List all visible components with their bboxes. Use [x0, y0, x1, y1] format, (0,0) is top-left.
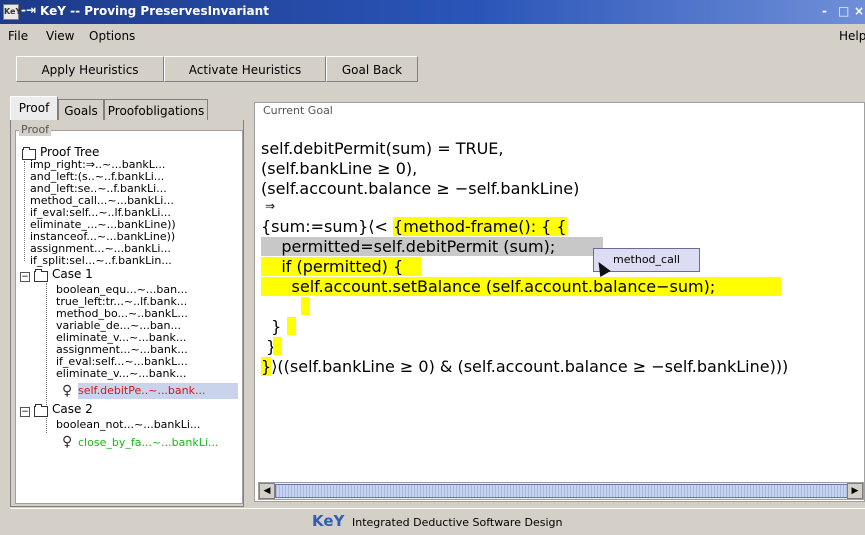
tree-node[interactable]: eliminate_v...~...bank...	[56, 367, 186, 380]
toolbar: Apply Heuristics Activate Heuristics Goa…	[0, 46, 865, 94]
collapse-icon[interactable]: −	[20, 272, 30, 282]
collapse-icon[interactable]: −	[20, 407, 30, 417]
window-title-bar: KeY -⇥ KeY -- Proving PreservesInvariant…	[0, 0, 865, 24]
menu-bar: File View Options Help	[0, 24, 865, 46]
sequent-arrow: ⇒	[265, 199, 276, 213]
closing-brace: }	[261, 337, 282, 356]
closing-brace: }	[261, 357, 272, 376]
tab-goals[interactable]: Goals	[58, 99, 104, 121]
status-bar: KeY Integrated Deductive Software Design	[10, 508, 865, 535]
folder-icon	[34, 404, 48, 417]
menu-options[interactable]: Options	[89, 29, 135, 43]
close-icon[interactable]: ×	[854, 4, 864, 18]
permitted-assignment[interactable]: permitted=self.debitPermit (sum);	[261, 237, 603, 256]
closing-brace: }	[261, 317, 296, 336]
set-balance-statement[interactable]: self.account.setBalance (self.account.ba…	[261, 277, 781, 296]
update-formula[interactable]: {sum:=sum}⟨< {method-frame(): { {	[261, 217, 567, 236]
proof-tree[interactable]: Proof Tree imp_right:⇒..~...bankL... and…	[15, 130, 243, 504]
minimize-icon[interactable]: -	[822, 4, 827, 18]
scroll-right-icon[interactable]: ▶	[847, 483, 863, 499]
folder-icon	[34, 269, 48, 282]
app-logo-icon: KeY	[3, 4, 21, 20]
tree-node[interactable]: if_split:sel...~..f.bankLin...	[30, 254, 172, 267]
apply-heuristics-button[interactable]: Apply Heuristics	[16, 56, 164, 82]
activate-heuristics-button[interactable]: Activate Heuristics	[164, 56, 326, 82]
open-goal-node[interactable]: self.debitPe..~...bank...	[78, 383, 238, 399]
tree-node[interactable]: boolean_not...~...bankLi...	[56, 418, 200, 431]
case-1-node[interactable]: Case 1	[52, 267, 93, 281]
case-2-node[interactable]: Case 2	[52, 402, 93, 416]
split-pane-divider[interactable]	[244, 96, 252, 508]
menu-help[interactable]: Help	[839, 29, 865, 43]
current-goal-view[interactable]: Current Goal self.debitPermit(sum) = TRU…	[254, 102, 865, 502]
maximize-icon[interactable]: □	[838, 4, 849, 18]
tab-proof[interactable]: Proof	[10, 96, 58, 121]
tree-connector	[24, 161, 25, 261]
method-frame-term[interactable]: {method-frame(): { {	[393, 217, 567, 236]
closing-brace: }	[261, 297, 312, 316]
horizontal-scrollbar[interactable]: ◀ ▶	[258, 482, 864, 500]
current-goal-label: Current Goal	[261, 104, 335, 117]
menu-view[interactable]: View	[46, 29, 74, 43]
update-prefix[interactable]: {sum:=sum}⟨<	[261, 217, 393, 236]
menu-file[interactable]: File	[8, 29, 28, 43]
proof-group-label: Proof	[19, 123, 52, 136]
antecedent-formula[interactable]: (self.account.balance ≥ −self.bankLine)	[261, 179, 579, 198]
proof-tree-root[interactable]: Proof Tree	[40, 145, 99, 159]
proof-tab-content: Proof Proof Tree imp_right:⇒..~...bankL.…	[10, 120, 244, 507]
closed-goal-icon: ♀	[62, 434, 73, 450]
tab-proofobligations[interactable]: Proofobligations	[104, 99, 208, 121]
scroll-left-icon[interactable]: ◀	[259, 483, 275, 499]
open-goal-icon: ♀	[62, 383, 73, 399]
current-goal-panel: Current Goal self.debitPermit(sum) = TRU…	[252, 94, 865, 508]
proof-side-panel: Proof Goals Proofobligations Proof Proof…	[10, 96, 244, 508]
postcondition-text[interactable]: ⟩((self.bankLine ≥ 0) & (self.account.ba…	[271, 357, 788, 376]
goal-back-button[interactable]: Goal Back	[326, 56, 418, 82]
key-logo: KeY	[312, 512, 345, 530]
antecedent-formula[interactable]: self.debitPermit(sum) = TRUE,	[261, 139, 504, 158]
scrollbar-thumb[interactable]	[275, 484, 849, 498]
closed-goal-node[interactable]: close_by_fa...~...bankLi...	[78, 436, 218, 449]
pin-icon[interactable]: -⇥	[21, 3, 36, 17]
status-text: Integrated Deductive Software Design	[352, 516, 563, 529]
antecedent-formula[interactable]: (self.bankLine ≥ 0),	[261, 159, 417, 178]
postcondition-formula[interactable]: }⟩((self.bankLine ≥ 0) & (self.account.b…	[261, 357, 788, 376]
if-statement[interactable]: if (permitted) {	[261, 257, 421, 276]
window-title: KeY -- Proving PreservesInvariant	[40, 4, 269, 18]
